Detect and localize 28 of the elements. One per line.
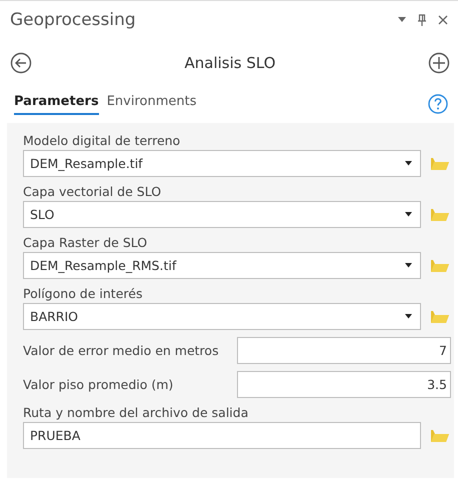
tool-title: Analisis SLO <box>184 54 276 72</box>
caret-icon <box>405 263 412 268</box>
field-label: Capa Raster de SLO <box>23 235 148 250</box>
back-icon[interactable] <box>10 52 32 74</box>
number-field[interactable]: 3.5 <box>237 371 451 398</box>
field-label: Valor de error medio en metros <box>23 343 219 358</box>
dropdown-field[interactable]: DEM_Resample_RMS.tif <box>23 252 421 279</box>
dropdown-field[interactable]: DEM_Resample.tif <box>23 150 421 177</box>
tab[interactable]: Parameters <box>14 92 99 115</box>
dropdown-icon[interactable] <box>398 16 406 22</box>
field-label: Valor piso promedio (m) <box>23 377 174 392</box>
tab[interactable]: Environments <box>106 92 196 115</box>
dropdown-field[interactable]: BARRIO <box>23 303 421 330</box>
window-title: Geoprocessing <box>10 10 136 30</box>
close-icon[interactable] <box>438 14 448 24</box>
dropdown-field[interactable]: SLO <box>23 201 421 228</box>
number-field[interactable]: 7 <box>237 337 451 364</box>
help-icon[interactable] <box>428 94 448 114</box>
field-label: Modelo digital de terreno <box>23 133 182 148</box>
field-label: Polígono de interés <box>23 286 144 301</box>
pin-icon[interactable] <box>418 14 426 26</box>
field-label: Ruta y nombre del archivo de salida <box>23 405 250 420</box>
caret-icon <box>405 161 412 166</box>
caret-icon <box>405 212 412 217</box>
caret-icon <box>405 314 412 319</box>
add-icon[interactable] <box>428 52 450 74</box>
field-label: Capa vectorial de SLO <box>23 184 162 199</box>
input-field[interactable]: PRUEBA <box>23 422 421 449</box>
